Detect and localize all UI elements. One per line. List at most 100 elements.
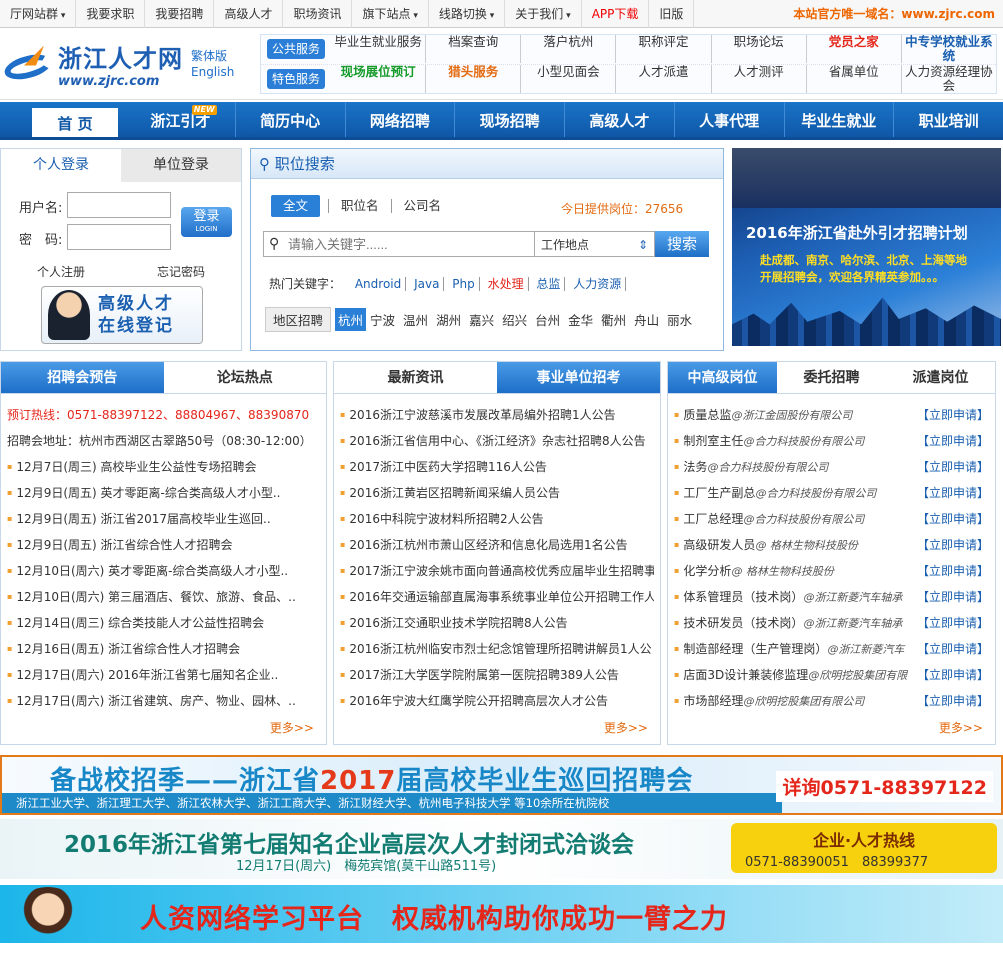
area-link[interactable]: 金华 [564,310,597,329]
service-link[interactable]: 人才测评 [712,64,807,93]
recruit-link[interactable]: 我要招聘 [145,0,215,28]
hot-keyword[interactable]: 水处理 [483,277,529,291]
login-button[interactable]: 登录 LOGIN [181,207,232,237]
list-item[interactable]: 2016浙江宁波慈溪市发展改革局编外招聘1人公告 [340,402,654,428]
company-name[interactable]: @ 格林生物科技股份 [755,539,858,552]
service-link[interactable]: 小型见面会 [521,64,617,93]
company-name[interactable]: @欣明挖股集团有限公司 [743,695,864,708]
job-title[interactable]: 法务 [683,460,707,474]
register-link[interactable]: 个人注册 [37,263,85,280]
company-name[interactable]: @浙江新菱汽车轴承 [803,591,902,604]
job-title[interactable]: 技术研发员（技术岗） [683,616,803,630]
list-item[interactable]: 12月10日(周六) 英才零距离-综合类高级人才小型.. [7,558,320,584]
search-button[interactable]: 搜索 [655,231,709,257]
company-name[interactable]: @浙江新菱汽车轴承 [803,617,902,630]
area-link[interactable]: 丽水 [663,310,696,329]
list-item[interactable]: 2016浙江省信用中心、《浙江经济》杂志社招聘8人公告 [340,428,654,454]
hot-keyword[interactable]: Android [350,277,407,291]
job-row[interactable]: 【立即申请】 高级研发人员@ 格林生物科技股份 [674,532,989,558]
company-name[interactable]: @合力科技股份有限公司 [743,513,864,526]
job-title[interactable]: 市场部经理 [683,694,743,708]
nav-home[interactable]: 首 页 [32,108,118,137]
service-link[interactable]: 职场论坛 [712,35,807,63]
apply-button[interactable]: 【立即申请】 [917,402,989,428]
service-link[interactable]: 落户杭州 [521,35,617,63]
job-title[interactable]: 体系管理员（技术岗） [683,590,803,604]
about-us-menu[interactable]: 关于我们 [505,0,582,28]
job-title[interactable]: 化学分析 [683,564,731,578]
senior-talent-link[interactable]: 高级人才 [214,0,284,28]
list-item[interactable]: 2016年宁波大红鹰学院公开招聘高层次人才公告 [340,688,654,714]
service-link[interactable]: 现场展位预订 [331,64,427,93]
job-row[interactable]: 【立即申请】 制造部经理（生产管理岗）@浙江新菱汽车 [674,636,989,662]
list-item[interactable]: 2017浙江大学医学院附属第一医院招聘389人公告 [340,662,654,688]
hot-keyword[interactable]: 人力资源 [569,277,627,291]
list-item[interactable]: 2016浙江杭州临安市烈士纪念馆管理所招聘讲解员1人公 [340,636,654,662]
nav-zhejiang-talent[interactable]: 浙江引才 NEW [126,102,236,137]
tab-senior-jobs[interactable]: 中高级岗位 [668,362,777,393]
nav-hr-agency[interactable]: 人事代理 [675,102,785,137]
list-item[interactable]: 2017浙江宁波余姚市面向普通高校优秀应届毕业生招聘事 [340,558,654,584]
traditional-chinese-link[interactable]: 繁体版 [191,48,234,64]
apply-button[interactable]: 【立即申请】 [917,636,989,662]
line-switch-menu[interactable]: 线路切换 [429,0,506,28]
more-link[interactable]: 更多>> [604,719,648,736]
apply-button[interactable]: 【立即申请】 [917,506,989,532]
tab-personal-login[interactable]: 个人登录 [1,149,121,182]
job-title[interactable]: 工厂总经理 [683,512,743,526]
company-name[interactable]: @合力科技股份有限公司 [743,435,864,448]
service-link[interactable]: 人才派遣 [616,64,712,93]
job-row[interactable]: 【立即申请】 法务@合力科技股份有限公司 [674,454,989,480]
talent-plan-banner[interactable]: 2016年浙江省赴外引才招聘计划 赴成都、南京、哈尔滨、北京、上海等地 开展招聘会… [732,148,1001,346]
area-link[interactable]: 嘉兴 [465,310,498,329]
job-title[interactable]: 质量总监 [683,408,731,422]
apply-button[interactable]: 【立即申请】 [917,558,989,584]
area-link[interactable]: 湖州 [432,310,465,329]
job-row[interactable]: 【立即申请】 店面3D设计兼装修监理@欣明挖股集团有限 [674,662,989,688]
apply-button[interactable]: 【立即申请】 [917,662,989,688]
list-item[interactable]: 12月9日(周五) 浙江省综合性人才招聘会 [7,532,320,558]
company-name[interactable]: @浙江新菱汽车 [827,643,904,656]
tab-forum-hot[interactable]: 论坛热点 [164,362,327,393]
area-link[interactable]: 杭州 [335,308,367,331]
job-row[interactable]: 【立即申请】 技术研发员（技术岗）@浙江新菱汽车轴承 [674,610,989,636]
job-row[interactable]: 【立即申请】 化学分析@ 格林生物科技股份 [674,558,989,584]
list-item[interactable]: 2016年交通运输部直属海事系统事业单位公开招聘工作人 [340,584,654,610]
tab-job-fair-preview[interactable]: 招聘会预告 [1,362,164,393]
site-group-menu[interactable]: 厅网站群 [0,0,77,28]
job-title[interactable]: 制剂室主任 [683,434,743,448]
company-name[interactable]: @合力科技股份有限公司 [755,487,876,500]
apply-button[interactable]: 【立即申请】 [917,584,989,610]
hot-keyword[interactable]: 总监 [532,277,566,291]
career-news-link[interactable]: 职场资讯 [283,0,353,28]
list-item[interactable]: 12月9日(周五) 浙江省2017届高校毕业生巡回.. [7,506,320,532]
service-link[interactable]: 中专学校就业系统 [902,35,996,63]
job-seek-link[interactable]: 我要求职 [76,0,146,28]
service-link[interactable]: 毕业生就业服务 [331,35,427,63]
service-link[interactable]: 人力资源经理协会 [902,64,996,93]
service-link[interactable]: 职称评定 [616,35,712,63]
mode-fulltext[interactable]: 全文 [271,195,321,217]
senior-talent-register-banner[interactable]: 高级人才 在线登记 [41,286,203,344]
sub-sites-menu[interactable]: 旗下站点 [352,0,429,28]
job-row[interactable]: 【立即申请】 体系管理员（技术岗）@浙江新菱汽车轴承 [674,584,989,610]
job-title[interactable]: 工厂生产副总 [683,486,755,500]
nav-senior-talent[interactable]: 高级人才 [565,102,675,137]
keyword-input[interactable] [263,231,535,257]
company-name[interactable]: @合力科技股份有限公司 [707,461,828,474]
service-link[interactable]: 档案查询 [426,35,522,63]
old-version-link[interactable]: 旧版 [649,0,695,28]
forgot-password-link[interactable]: 忘记密码 [157,263,205,280]
job-row[interactable]: 【立即申请】 制剂室主任@合力科技股份有限公司 [674,428,989,454]
apply-button[interactable]: 【立即申请】 [917,532,989,558]
job-title[interactable]: 制造部经理（生产管理岗） [683,642,827,656]
username-input[interactable] [67,192,171,218]
list-item[interactable]: 2017浙江中医药大学招聘116人公告 [340,454,654,480]
site-logo[interactable]: 浙江人才网 www.zjrc.com 繁体版 English [0,39,260,89]
job-title[interactable]: 店面3D设计兼装修监理 [683,668,808,682]
job-title[interactable]: 高级研发人员 [683,538,755,552]
tab-entrusted-recruit[interactable]: 委托招聘 [777,362,886,393]
area-link[interactable]: 衢州 [597,310,630,329]
list-item[interactable]: 2016浙江黄岩区招聘新闻采编人员公告 [340,480,654,506]
more-link[interactable]: 更多>> [939,719,983,736]
